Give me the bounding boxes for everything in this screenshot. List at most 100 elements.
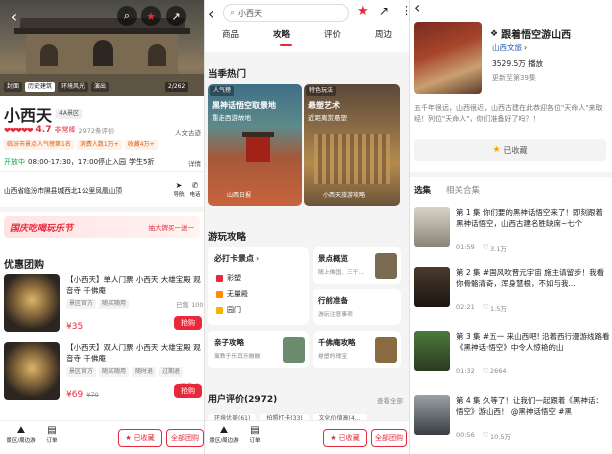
deal-card[interactable]: 【小西天】单人门票 小西天 大雄宝殿 观音寺 千佛庵 景区官方 随买随用 已售 … (0, 272, 204, 338)
tab-reviews[interactable]: 评价 (324, 28, 341, 40)
tab-guide[interactable]: 攻略 (273, 28, 290, 40)
navigate-button[interactable]: ➤ 导航 (172, 181, 186, 198)
deal-card[interactable]: 【小西天】双人门票 小西天 大雄宝殿 观音寺 千佛庵 景区官方 随买随用 随时退… (0, 340, 204, 406)
back-icon[interactable]: ‹ (414, 0, 420, 17)
overview-card[interactable]: 景点概览 随上佛国、三千... (313, 247, 401, 284)
tab-products[interactable]: 商品 (222, 28, 239, 40)
card-thumbnail (283, 337, 305, 363)
phone-icon: ✆ (191, 181, 199, 190)
favorite-button[interactable]: ★ 已收藏 (323, 429, 367, 447)
tab-related[interactable]: 相关合集 (446, 184, 480, 196)
orders-tab[interactable]: ▤ 订单 (245, 425, 265, 444)
view-all-reviews-link[interactable]: 查看全部 (377, 395, 403, 405)
publisher-link[interactable]: 山西文旅 › (492, 42, 527, 53)
episode-thumbnail (414, 207, 450, 247)
qianfo-guide-card[interactable]: 千佛庵攻略 悬塑的瑰宝 (313, 331, 401, 368)
rank-1-icon (216, 274, 223, 282)
deal-tag: 过期退 (159, 367, 184, 377)
hot-card[interactable]: 人气榜 黑神话悟空取景地 重走西游故地 山西日报 (208, 84, 302, 206)
scenic-nearby-tab[interactable]: ⛰ 景区/周边游 (207, 425, 241, 444)
buy-button[interactable]: 抢购 (174, 384, 202, 398)
share-icon[interactable]: ↗ (166, 6, 186, 26)
episode-title: 第 2 集 #国风吹晋元宇宙 施主请留步！我看你骨骼清奇，浑身慧根，不如与我..… (456, 268, 605, 288)
album-description: 五千年很远，山西很近，山西古建在此恭迎各位"天命人"来取经！列位"天命人"，你们… (414, 104, 603, 123)
promo-banner[interactable]: 国庆吃喝玩乐节 抽大牌买一送一 (4, 216, 200, 238)
card-thumbnail (375, 253, 397, 279)
deal-thumbnail (4, 342, 60, 400)
promo-title: 国庆吃喝玩乐节 (10, 223, 74, 234)
heart-icon: ♡ (482, 243, 489, 251)
episode-item[interactable]: 第 2 集 #国风吹晋元宇宙 施主请留步！我看你骨骼清奇，浑身慧根，不如与我..… (410, 265, 612, 323)
back-icon[interactable]: ‹ (208, 4, 214, 23)
deal-name: 【小西天】双人门票 小西天 大雄宝殿 观音寺 千佛庵 (66, 343, 201, 363)
rank-2-icon (216, 290, 223, 298)
tab-episodes[interactable]: 选集 (414, 184, 431, 196)
rating-score: 4.7 (35, 125, 52, 135)
scenic-nearby-tab[interactable]: ⛰ 景区/周边游 (4, 425, 38, 444)
deal-name: 【小西天】单人门票 小西天 大雄宝殿 观音寺 千佛庵 (66, 275, 201, 295)
search-icon: ⌕ (230, 8, 236, 18)
heart-icon: ♡ (482, 431, 489, 439)
rank-badge[interactable]: 临汾市景点人气榜第1名 (4, 140, 74, 150)
tab-nearby[interactable]: 周边 (375, 28, 392, 40)
call-button[interactable]: ✆ 电话 (188, 181, 202, 198)
open-status: 开放中 (4, 158, 25, 166)
share-icon[interactable]: ↗ (379, 4, 389, 18)
navigation-icon: ➤ (175, 181, 183, 190)
details-link[interactable]: 详情 (188, 158, 201, 168)
section-title: 优惠团购 (4, 260, 44, 271)
episode-duration: 00:56 (456, 431, 475, 439)
search-bar[interactable]: ⌕ 小西天 (223, 4, 349, 22)
photo-tab[interactable]: 历史建筑 (25, 82, 56, 92)
all-deals-button[interactable]: 全部团购 (371, 429, 407, 447)
album-cover[interactable] (414, 22, 482, 94)
review-count-link[interactable]: 2972条评价 (78, 125, 114, 135)
favorite-star-icon[interactable]: ★ (357, 4, 369, 19)
episode-likes: 3.1万 (490, 245, 507, 253)
preparation-card[interactable]: 行前准备 游玩注意事项 (313, 289, 401, 325)
more-icon[interactable]: ⋮ (401, 4, 409, 17)
star-icon: ★ (125, 434, 132, 442)
rating-hearts-icon: ❤❤❤❤❤ (4, 125, 33, 135)
card-subtitle: 重走西游故地 (212, 114, 251, 122)
promo-subtitle: 抽大牌买一送一 (148, 224, 195, 232)
must-visit-item[interactable]: 彩塑 (216, 273, 241, 283)
search-input[interactable]: 小西天 (238, 8, 262, 19)
photo-category-tabs: 封面 历史建筑 环境风光 演出 (4, 82, 110, 92)
episode-item[interactable]: 第 3 集 #五一 来山西吧! 沿着西行漫游线路看《黑神话·悟空》中令人惊艳的山… (410, 329, 612, 387)
deal-price: ¥35 (66, 322, 84, 332)
play-count: 3529.5万 播放 (492, 59, 544, 68)
deal-thumbnail (4, 274, 60, 332)
content-tabs: 商品 攻略 评价 周边 (205, 28, 409, 40)
favorite-star-icon[interactable]: ★ (141, 6, 161, 26)
hot-card[interactable]: 特色玩法 悬塑艺术 近距离赏悬塑 小西天旅游攻略 (304, 84, 400, 206)
deal-tag: 随时退 (132, 367, 157, 377)
address-text[interactable]: 山西省临汾市隰县城西北1公里凤凰山顶 (4, 185, 168, 195)
family-guide-card[interactable]: 亲子攻略 寓教于乐其乐融融 (208, 331, 309, 368)
update-status: 更新至第39集 (492, 74, 536, 82)
search-icon[interactable]: ⌕ (117, 6, 137, 26)
rating-word: 非常棒 (54, 126, 76, 134)
back-icon[interactable]: ‹ (4, 6, 24, 26)
episode-item[interactable]: 第 1 集 你们要的黑神话悟空来了！即刻跟着黑神话悟空，山西古建名胜缺席~七个 … (410, 205, 612, 263)
scenic-icon: ⛰ (219, 425, 229, 436)
episode-item[interactable]: 第 4 集 久等了！让我们一起跟着《黑神话：悟空》游山西！ @黑神话悟空 #黑 … (410, 393, 612, 451)
scenic-icon: ⛰ (16, 425, 26, 436)
photo-tab[interactable]: 环境风光 (58, 82, 89, 92)
section-title: 用户评价(2972) (208, 395, 278, 405)
visitor-badge: 消费人数1万+ (76, 140, 122, 150)
photo-tab[interactable]: 演出 (91, 82, 110, 92)
album-favorite-button[interactable]: ★ 已收藏 (414, 139, 606, 161)
star-icon: ★ (330, 434, 337, 442)
favorite-button[interactable]: ★ 已收藏 (118, 429, 162, 447)
card-subtitle: 随上佛国、三千... (318, 270, 365, 276)
deal-tag: 随买随用 (99, 367, 130, 377)
must-visit-item[interactable]: 园门 (216, 305, 241, 315)
orders-tab[interactable]: ▤ 订单 (42, 425, 62, 444)
must-visit-item[interactable]: 无量殿 (216, 289, 248, 299)
all-deals-button[interactable]: 全部团购 (166, 429, 204, 447)
buy-button[interactable]: 抢购 (174, 316, 202, 330)
must-visit-card[interactable]: 必打卡景点 › 彩塑 无量殿 园门 (208, 247, 309, 325)
tab-indicator (280, 44, 292, 46)
photo-tab[interactable]: 封面 (4, 82, 23, 92)
